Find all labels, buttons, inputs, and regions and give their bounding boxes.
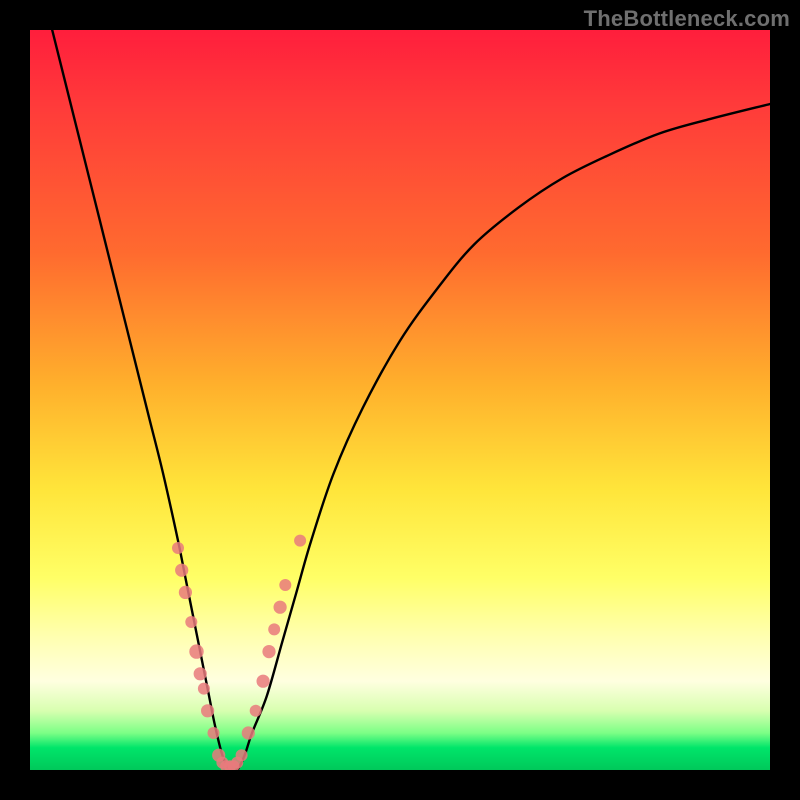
data-marker bbox=[250, 705, 262, 717]
curve-layer bbox=[30, 30, 770, 770]
data-marker bbox=[201, 704, 214, 717]
data-marker bbox=[198, 683, 210, 695]
data-marker bbox=[208, 727, 220, 739]
data-marker bbox=[189, 644, 203, 658]
data-marker bbox=[179, 586, 192, 599]
data-marker bbox=[262, 645, 275, 658]
data-marker bbox=[194, 667, 207, 680]
data-marker bbox=[294, 535, 306, 547]
curve-markers bbox=[172, 535, 306, 770]
plot-area bbox=[30, 30, 770, 770]
bottleneck-curve bbox=[52, 30, 770, 770]
data-marker bbox=[242, 726, 255, 739]
data-marker bbox=[172, 542, 184, 554]
data-marker bbox=[268, 623, 280, 635]
data-marker bbox=[279, 579, 291, 591]
data-marker bbox=[274, 601, 287, 614]
data-marker bbox=[185, 616, 197, 628]
data-marker bbox=[257, 675, 270, 688]
data-marker bbox=[175, 564, 188, 577]
chart-frame: TheBottleneck.com bbox=[0, 0, 800, 800]
watermark-text: TheBottleneck.com bbox=[584, 6, 790, 32]
data-marker bbox=[236, 749, 248, 761]
